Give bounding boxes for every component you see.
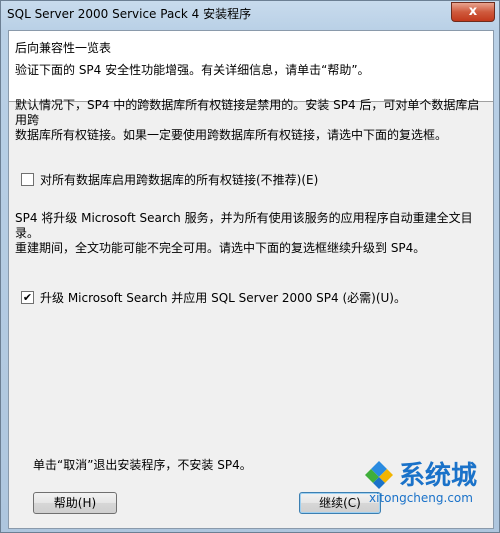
upgrade-search-checkbox[interactable]: ✔ 升级 Microsoft Search 并应用 SQL Server 200… [21,289,406,306]
paragraph-line: 默认情况下，SP4 中的跨数据库所有权链接是禁用的。安装 SP4 后，可对单个数… [15,98,480,127]
installer-window: SQL Server 2000 Service Pack 4 安装程序 x 后向… [0,0,500,533]
window-title: SQL Server 2000 Service Pack 4 安装程序 [7,7,252,21]
close-button[interactable]: x [451,2,495,22]
watermark-url: xitongcheng.com [369,491,473,505]
windows-logo-icon [365,461,393,489]
paragraph-line: 数据库所有权链接。如果一定要使用跨数据库所有权链接，请选中下面的复选框。 [15,128,448,142]
checkbox-box[interactable] [21,173,34,186]
checkbox-label: 升级 Microsoft Search 并应用 SQL Server 2000 … [40,291,406,305]
checkbox-label: 对所有数据库启用跨数据库的所有权链接(不推荐)(E) [40,173,319,187]
page-description: 验证下面的 SP4 安全性功能增强。有关详细信息，请单击“帮助”。 [15,63,370,77]
help-button[interactable]: 帮助(H) [33,492,117,514]
paragraph-line: 重建期间，全文功能可能不完全可用。请选中下面的复选框继续升级到 SP4。 [15,241,426,255]
page-title: 后向兼容性一览表 [15,41,112,55]
search-upgrade-info-paragraph: SP4 将升级 Microsoft Search 服务，并为所有使用该服务的应用… [15,211,485,256]
watermark-name: 系统城 [399,461,478,491]
check-mark-icon: ✔ [22,291,33,304]
cross-db-info-paragraph: 默认情况下，SP4 中的跨数据库所有权链接是禁用的。安装 SP4 后，可对单个数… [15,98,485,143]
checkbox-box[interactable]: ✔ [21,291,34,304]
watermark-logo: 系统城 xitongcheng.com [359,453,491,513]
title-bar: SQL Server 2000 Service Pack 4 安装程序 x [1,1,499,29]
cancel-note: 单击“取消”退出安装程序，不安装 SP4。 [33,458,252,472]
header-panel: 后向兼容性一览表 验证下面的 SP4 安全性功能增强。有关详细信息，请单击“帮助… [9,31,493,102]
cross-db-chaining-checkbox[interactable]: 对所有数据库启用跨数据库的所有权链接(不推荐)(E) [21,171,318,188]
paragraph-line: SP4 将升级 Microsoft Search 服务，并为所有使用该服务的应用… [15,211,473,240]
